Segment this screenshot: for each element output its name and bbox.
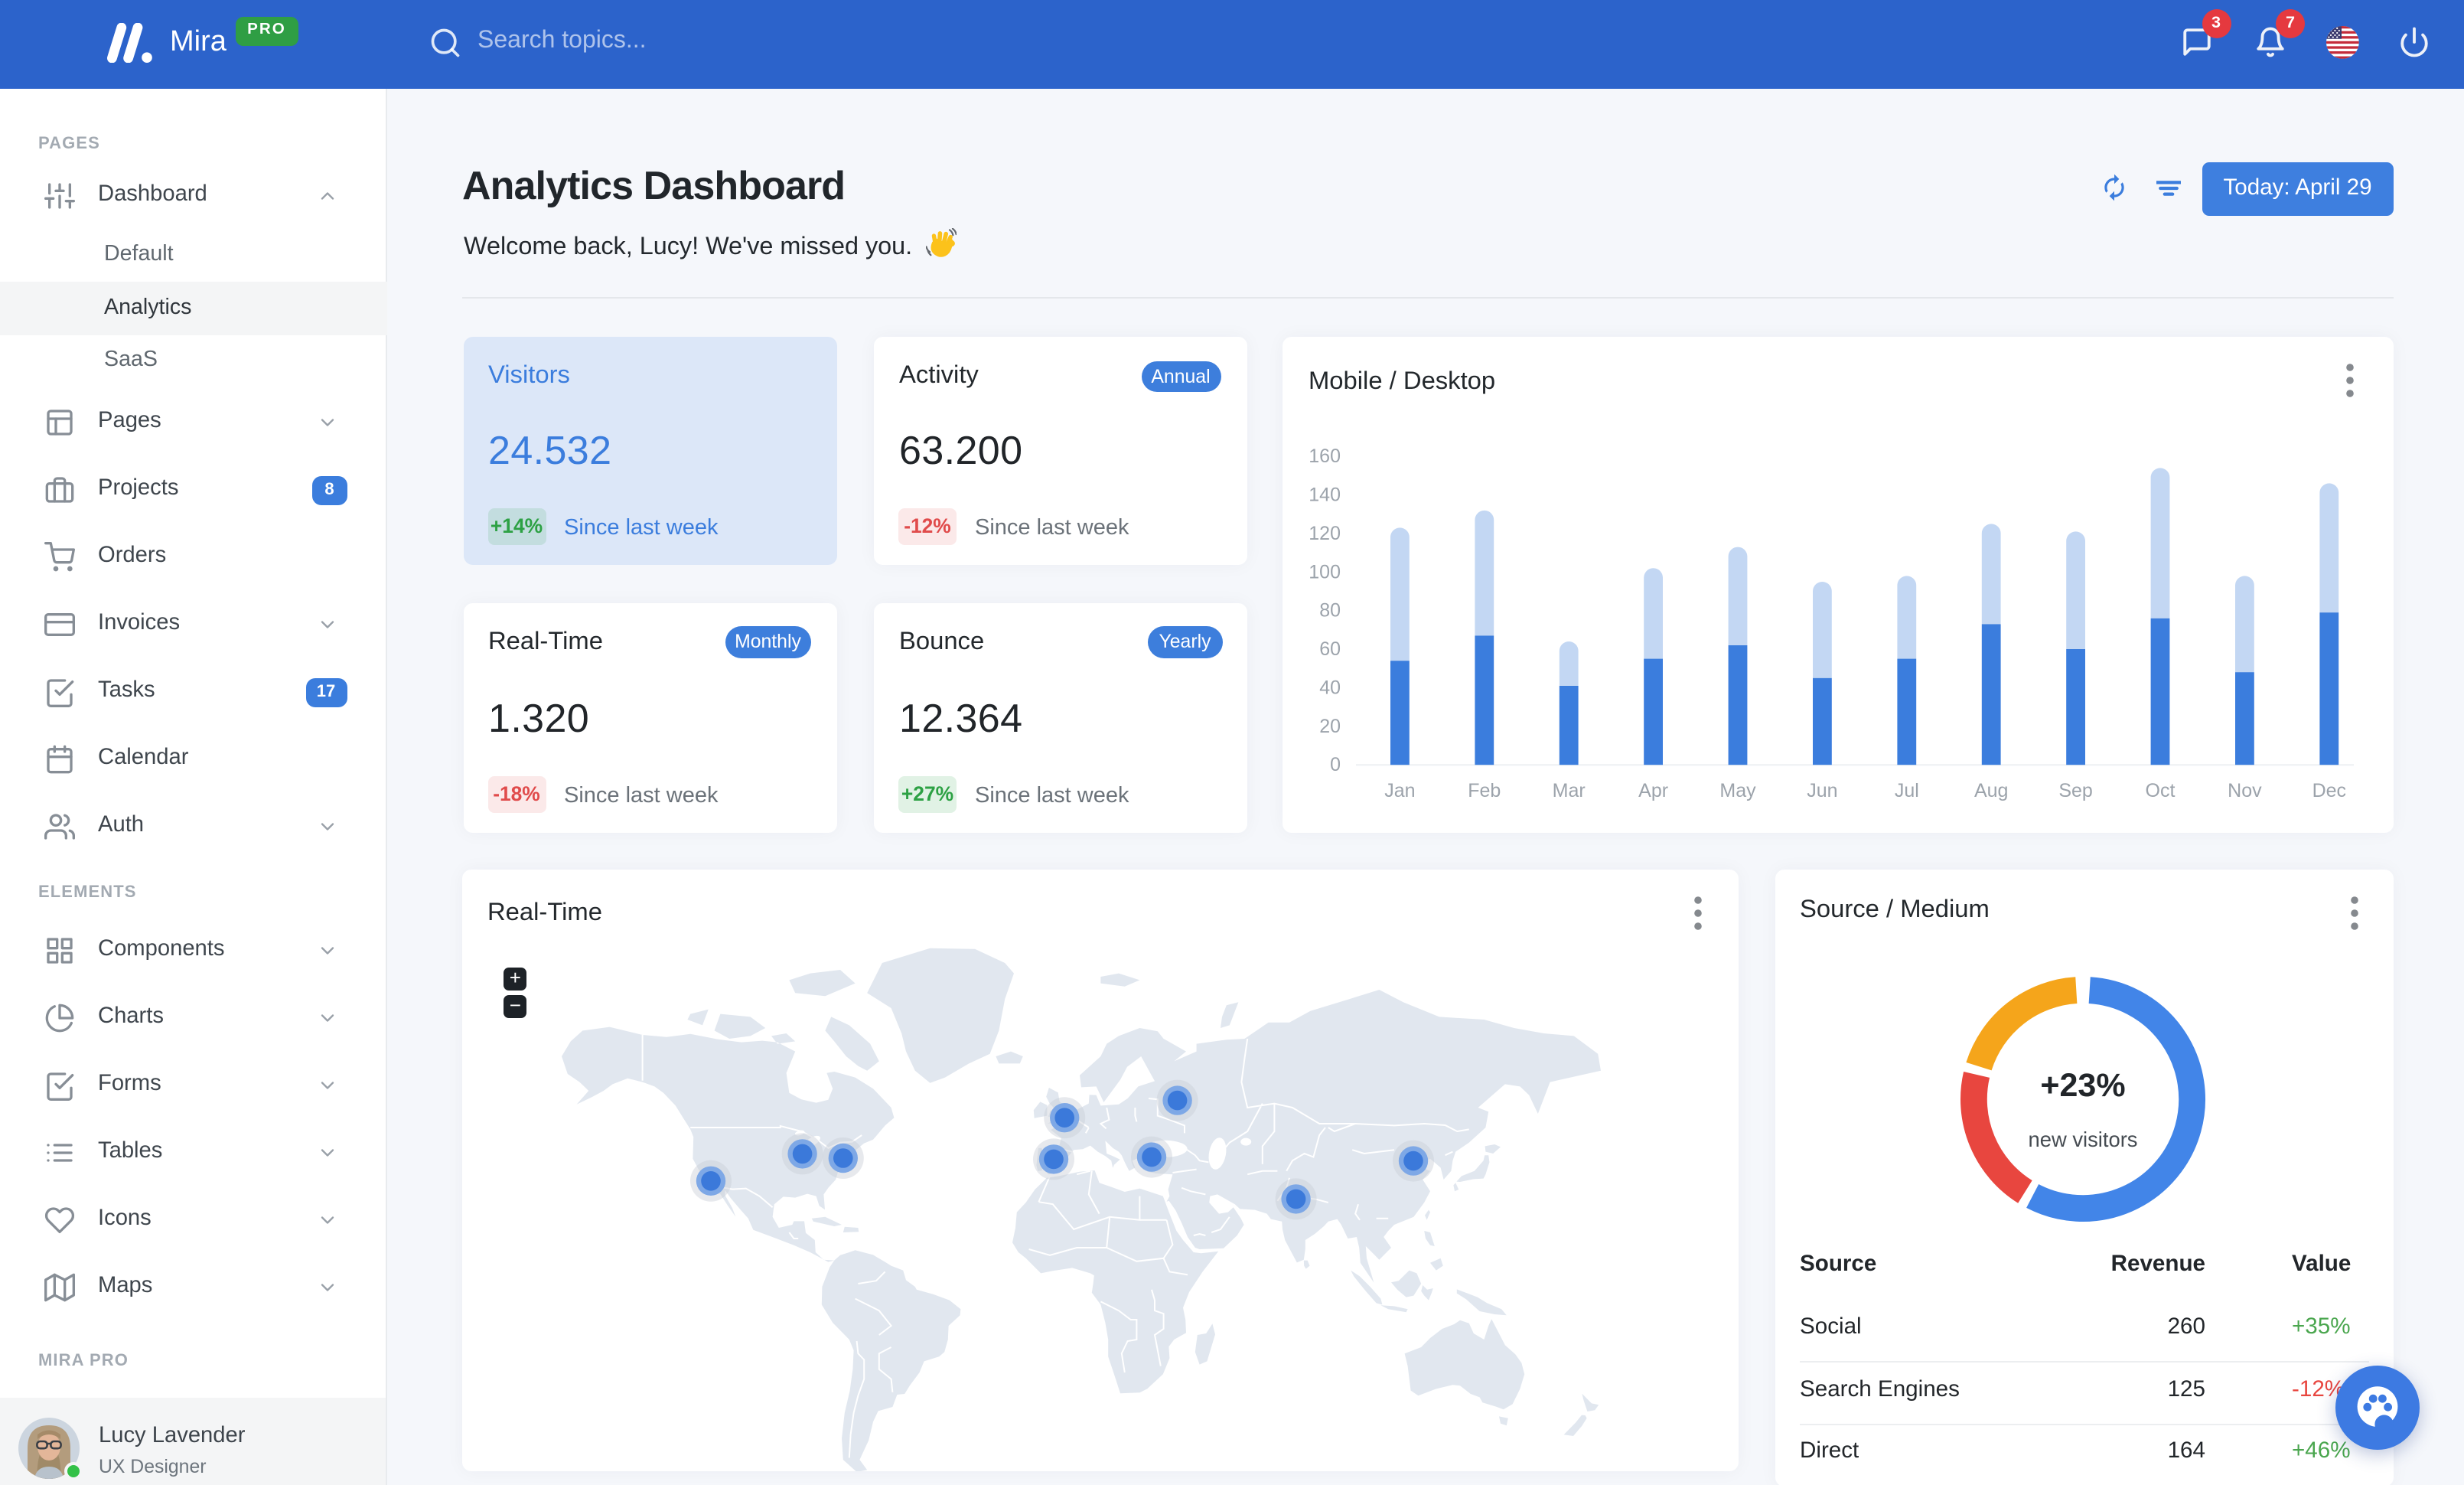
svg-text:Aug: Aug (1974, 779, 2008, 801)
svg-text:80: 80 (1319, 599, 1341, 621)
svg-text:Jun: Jun (1807, 779, 1837, 801)
svg-text:140: 140 (1309, 484, 1341, 505)
svg-text:160: 160 (1309, 445, 1341, 466)
svg-text:Jan: Jan (1384, 779, 1415, 801)
svg-text:Oct: Oct (2146, 779, 2176, 801)
svg-text:20: 20 (1319, 715, 1341, 736)
svg-text:60: 60 (1319, 638, 1341, 659)
svg-text:Jul: Jul (1895, 779, 1919, 801)
svg-text:Apr: Apr (1638, 779, 1668, 801)
svg-text:May: May (1719, 779, 1756, 801)
svg-text:120: 120 (1309, 522, 1341, 543)
svg-text:40: 40 (1319, 676, 1341, 697)
svg-text:Feb: Feb (1468, 779, 1501, 801)
svg-text:100: 100 (1309, 560, 1341, 582)
svg-text:Nov: Nov (2228, 779, 2262, 801)
svg-text:Dec: Dec (2312, 779, 2346, 801)
svg-text:Sep: Sep (2058, 779, 2092, 801)
svg-text:0: 0 (1330, 753, 1341, 775)
svg-text:Mar: Mar (1553, 779, 1586, 801)
